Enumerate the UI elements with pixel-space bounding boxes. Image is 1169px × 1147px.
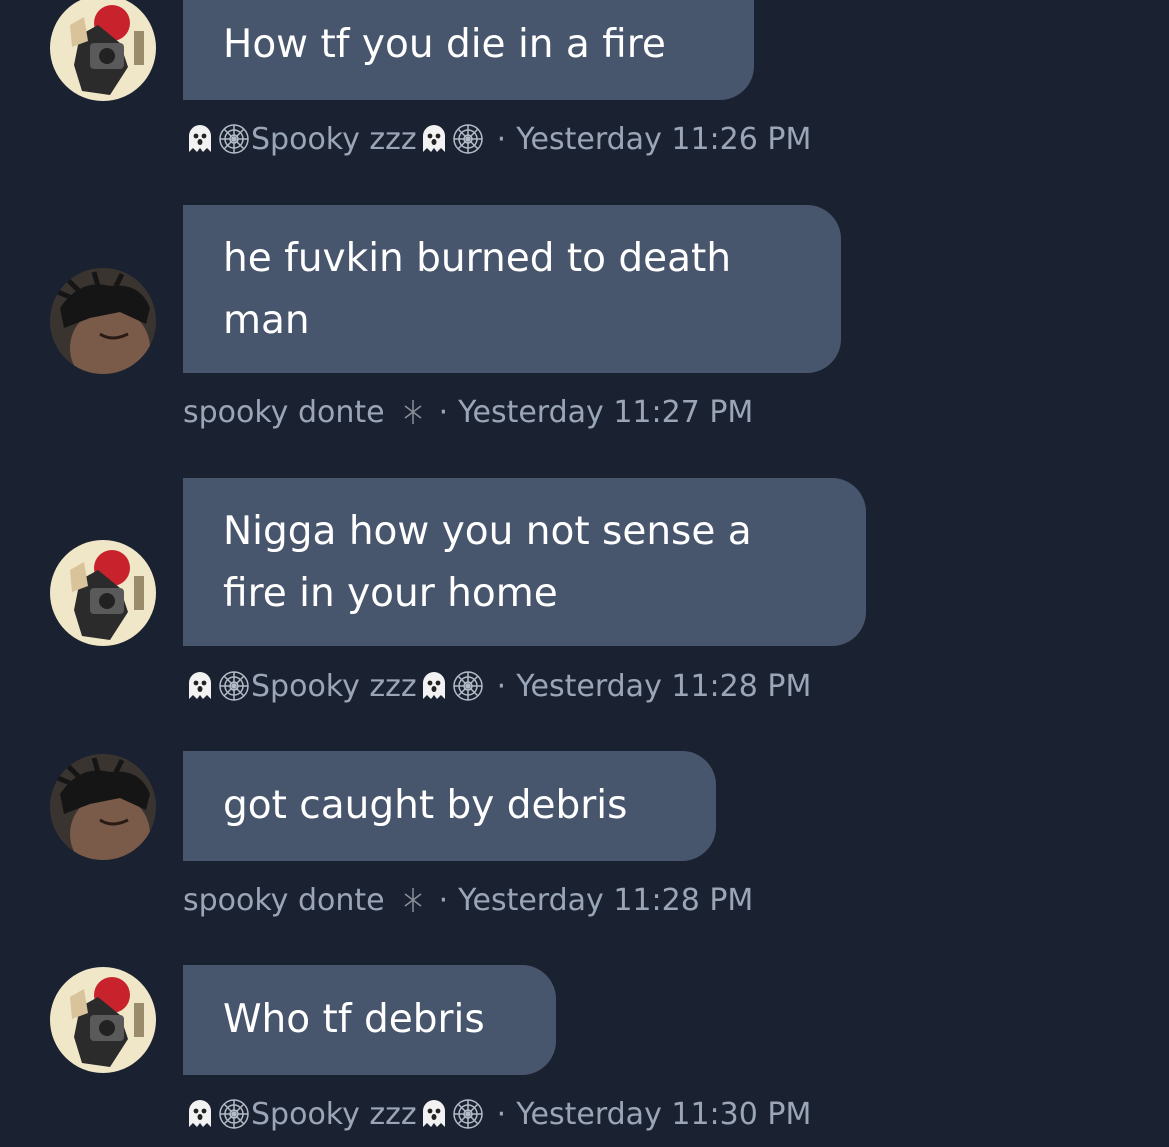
sparkle-icon [399, 886, 427, 914]
author-name[interactable]: spooky donte [183, 883, 385, 918]
meta-separator: · [438, 882, 449, 918]
spiderweb-icon [451, 669, 485, 703]
avatar-spooky-zzz[interactable] [50, 967, 156, 1073]
sparkle-icon [399, 398, 427, 426]
message-text-line: fire in your home [223, 571, 558, 616]
ghost-icon [417, 1097, 451, 1131]
timestamp: Yesterday 11:28 PM [516, 668, 812, 704]
message-text-line: he fuvkin burned to death [223, 236, 732, 281]
author-name[interactable]: Spooky zzz [251, 122, 417, 157]
ghost-icon [183, 1097, 217, 1131]
message-meta: spooky donte · Yesterday 11:27 PM [183, 387, 753, 437]
meta-separator: · [496, 1096, 507, 1132]
message-meta: spooky donte · Yesterday 11:28 PM [183, 875, 753, 925]
timestamp: Yesterday 11:30 PM [516, 1096, 812, 1132]
ghost-icon [417, 669, 451, 703]
message-bubble: Nigga how you not sense a fire in your h… [183, 478, 866, 646]
message-bubble: got caught by debris [183, 751, 716, 861]
message-text-line: How tf you die in a fire [223, 22, 666, 67]
avatar-spooky-zzz[interactable] [50, 540, 156, 646]
ghost-icon [417, 122, 451, 156]
message-text-line: Who tf debris [223, 997, 485, 1042]
spiderweb-icon [217, 1097, 251, 1131]
meta-separator: · [496, 121, 507, 157]
message-bubble: How tf you die in a fire [183, 0, 754, 100]
message-text-line: man [223, 298, 310, 343]
message-meta: Spooky zzz · Yesterday 11:26 PM [183, 114, 811, 164]
author-name[interactable]: Spooky zzz [251, 669, 417, 704]
spiderweb-icon [217, 122, 251, 156]
timestamp: Yesterday 11:27 PM [458, 394, 754, 430]
author-name[interactable]: Spooky zzz [251, 1097, 417, 1132]
ghost-icon [183, 122, 217, 156]
spiderweb-icon [451, 1097, 485, 1131]
message-meta: Spooky zzz · Yesterday 11:30 PM [183, 1089, 811, 1139]
avatar-spooky-donte[interactable] [50, 754, 156, 860]
timestamp: Yesterday 11:28 PM [458, 882, 754, 918]
avatar-spooky-zzz[interactable] [50, 0, 156, 101]
spiderweb-icon [451, 122, 485, 156]
spiderweb-icon [217, 669, 251, 703]
message-text-line: Nigga how you not sense a [223, 509, 752, 554]
meta-separator: · [496, 668, 507, 704]
chat-thread: How tf you die in a fire Spooky zzz · Ye… [0, 0, 1169, 1147]
message-bubble: he fuvkin burned to death man [183, 205, 841, 373]
avatar-spooky-donte[interactable] [50, 268, 156, 374]
meta-separator: · [438, 394, 449, 430]
message-meta: Spooky zzz · Yesterday 11:28 PM [183, 661, 811, 711]
timestamp: Yesterday 11:26 PM [516, 121, 812, 157]
ghost-icon [183, 669, 217, 703]
message-text-line: got caught by debris [223, 783, 628, 828]
author-name[interactable]: spooky donte [183, 395, 385, 430]
message-bubble: Who tf debris [183, 965, 556, 1075]
